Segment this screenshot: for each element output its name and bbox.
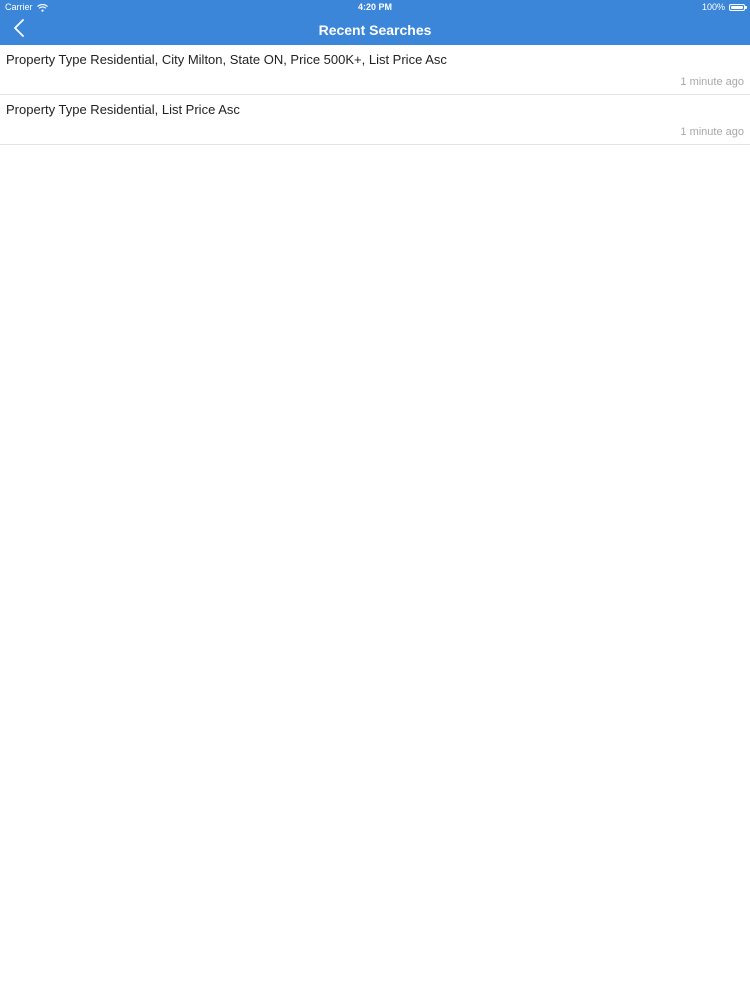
- list-item[interactable]: Property Type Residential, City Milton, …: [0, 45, 750, 95]
- status-right: 100%: [701, 0, 747, 15]
- page-title: Recent Searches: [318, 22, 432, 38]
- search-title: Property Type Residential, List Price As…: [6, 102, 240, 117]
- status-bar: Carrier 4:20 PM 100%: [0, 0, 750, 15]
- search-timestamp: 1 minute ago: [680, 126, 744, 138]
- battery-percent: 100%: [701, 2, 725, 12]
- battery-icon: [729, 4, 747, 11]
- status-time: 4:20 PM: [357, 2, 392, 12]
- header: Carrier 4:20 PM 100% Recent Searches: [0, 0, 750, 45]
- search-title: Property Type Residential, City Milton, …: [6, 52, 447, 67]
- search-timestamp: 1 minute ago: [680, 76, 744, 88]
- recent-searches-list: Property Type Residential, City Milton, …: [0, 45, 750, 145]
- list-item[interactable]: Property Type Residential, List Price As…: [0, 95, 750, 145]
- nav-bar: Recent Searches: [0, 15, 750, 45]
